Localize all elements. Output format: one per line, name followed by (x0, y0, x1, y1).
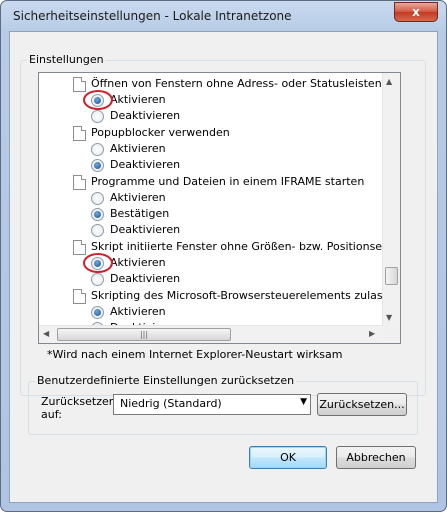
setting-option-label: Deaktivieren (110, 223, 181, 236)
document-icon (73, 240, 86, 255)
document-icon (73, 175, 86, 190)
setting-header-label: Skript initiierte Fenster ohne Größen- b… (91, 240, 383, 253)
chevron-down-icon[interactable]: ▼ (300, 397, 307, 407)
close-icon: x (412, 5, 420, 19)
setting-option-label: Deaktivieren (110, 158, 181, 171)
reset-to-label: Zurücksetzen auf: (41, 395, 116, 421)
radio-unselected-icon[interactable] (91, 273, 104, 286)
radio-unselected-icon[interactable] (91, 224, 104, 237)
settings-group-label: Einstellungen (27, 53, 106, 66)
reset-to-label-line1: Zurücksetzen (41, 395, 116, 408)
cancel-button[interactable]: Abbrechen (336, 446, 416, 469)
setting-option-label: Aktivieren (110, 142, 166, 155)
setting-option-label: Deaktivieren (110, 272, 181, 285)
scroll-right-arrow-icon[interactable]: ▶ (369, 329, 375, 338)
document-icon (73, 77, 86, 92)
ok-button[interactable]: OK (249, 446, 327, 469)
setting-header-label: Skripting des Microsoft-Browsersteuerele… (91, 289, 383, 302)
radio-unselected-icon[interactable] (91, 110, 104, 123)
reset-group-label: Benutzerdefinierte Einstellungen zurücks… (35, 374, 297, 387)
radio-selected-icon[interactable] (91, 208, 104, 221)
reset-level-value: Niedrig (Standard) (120, 397, 222, 410)
document-icon (73, 289, 86, 304)
highlight-circle-annotation (83, 253, 113, 273)
setting-header-label: Popupblocker verwenden (91, 126, 230, 139)
horizontal-scrollbar[interactable]: ◀ ||| ▶ (39, 325, 383, 343)
settings-list[interactable]: Öffnen von Fenstern ohne Adress- oder St… (38, 72, 401, 344)
document-icon (73, 126, 86, 141)
setting-option-label: Aktivieren (110, 191, 166, 204)
restart-note: *Wird nach einem Internet Explorer-Neust… (47, 348, 343, 361)
radio-unselected-icon[interactable] (91, 192, 104, 205)
close-button[interactable]: x (394, 2, 438, 22)
reset-button[interactable]: Zurücksetzen... (317, 393, 407, 416)
scroll-left-arrow-icon[interactable]: ◀ (43, 329, 49, 338)
title-bar[interactable]: Sicherheitseinstellungen - Lokale Intran… (1, 1, 446, 31)
settings-items: Öffnen von Fenstern ohne Adress- oder St… (39, 73, 383, 326)
window-title: Sicherheitseinstellungen - Lokale Intran… (13, 9, 292, 23)
vertical-scrollbar[interactable]: ▲ ▼ (382, 73, 400, 326)
vertical-scroll-thumb[interactable] (385, 267, 398, 285)
radio-unselected-icon[interactable] (91, 143, 104, 156)
scrollbar-corner (383, 326, 400, 343)
setting-option-label: Aktivieren (110, 93, 166, 106)
horizontal-scroll-thumb[interactable]: ||| (57, 328, 231, 341)
setting-header-label: Öffnen von Fenstern ohne Adress- oder St… (91, 77, 383, 90)
setting-option-label: Aktivieren (110, 256, 166, 269)
radio-selected-icon[interactable] (91, 159, 104, 172)
scroll-down-arrow-icon[interactable]: ▼ (386, 313, 392, 322)
setting-option-label: Deaktivieren (110, 109, 181, 122)
setting-option-label: Aktivieren (110, 305, 166, 318)
setting-option-label: Bestätigen (110, 207, 170, 220)
security-settings-window: Sicherheitseinstellungen - Lokale Intran… (0, 0, 447, 512)
setting-header-label: Programme und Dateien in einem IFRAME st… (91, 175, 365, 188)
reset-level-combobox[interactable]: Niedrig (Standard) ▼ (113, 394, 311, 415)
reset-to-label-line2: auf: (41, 408, 62, 421)
highlight-circle-annotation (83, 90, 113, 110)
radio-selected-icon[interactable] (91, 306, 104, 319)
scroll-up-arrow-icon[interactable]: ▲ (386, 77, 392, 86)
